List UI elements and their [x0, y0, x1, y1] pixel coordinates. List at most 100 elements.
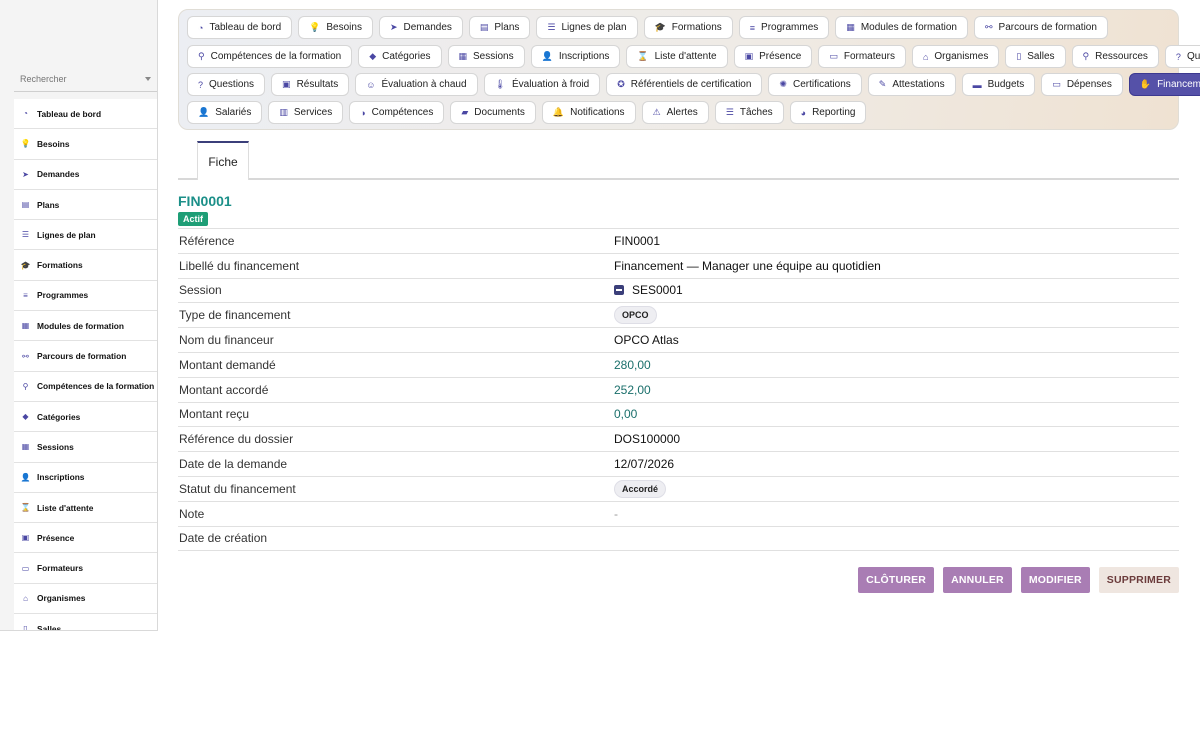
nav-pill[interactable]: 👤 Inscriptions — [530, 45, 621, 68]
nav-pill[interactable]: ◆ Catégories — [358, 45, 442, 68]
sidebar-item[interactable]: ◔ Tableau de bord — [14, 99, 157, 130]
nav-pill[interactable]: ▤ Plans — [468, 16, 531, 39]
nav-pill[interactable]: ? Quiz — [1164, 45, 1200, 68]
nav-pill[interactable]: 🎓 Formations — [643, 16, 733, 39]
nav-pill[interactable]: ☰ Lignes de plan — [536, 16, 638, 39]
award-icon: ✪ — [617, 79, 625, 89]
nav-pill[interactable]: ▭ Dépenses — [1041, 73, 1123, 96]
field-value[interactable]: SES0001 — [614, 283, 683, 297]
nav-pill[interactable]: 🌡 Évaluation à froid — [483, 73, 601, 96]
nav-pill[interactable]: ⚠ Alertes — [641, 101, 709, 124]
nav-pill-label: Services — [293, 107, 333, 118]
nav-pill-label: Salariés — [215, 107, 252, 118]
nav-pill[interactable]: 🔔 Notifications — [541, 101, 636, 124]
nav-pill[interactable]: 👤 Salariés — [187, 101, 263, 124]
nav-pill-label: Budgets — [987, 79, 1025, 90]
warning-icon: ⚠ — [652, 107, 661, 117]
cloturer-button[interactable]: CLÔTURER — [858, 567, 935, 593]
nav-pill[interactable]: ✎ Attestations — [867, 73, 956, 96]
sidebar-item[interactable]: ⌛ Liste d'attente — [14, 492, 157, 524]
sidebar-item-label: Compétences de la formation — [37, 381, 155, 392]
hourglass-icon: ⌛ — [20, 503, 31, 512]
sidebar-item[interactable]: ▣ Présence — [14, 523, 157, 554]
sidebar-search[interactable] — [14, 68, 157, 92]
field-label: Date de création — [179, 531, 268, 546]
nav-pill-label: Référentiels de certification — [630, 79, 752, 90]
list-icon: ☰ — [21, 230, 30, 240]
nav-pill[interactable]: ? Questions — [187, 73, 266, 96]
annuler-button[interactable]: ANNULER — [943, 567, 1012, 593]
session-link[interactable]: SES0001 — [632, 283, 683, 297]
nav-pill-label: Attestations — [892, 79, 945, 90]
nav-pill[interactable]: ≡ Programmes — [738, 16, 830, 39]
sidebar-item-label: Parcours de formation — [37, 351, 127, 362]
nav-pill[interactable]: ◕ Reporting — [789, 101, 867, 124]
nav-pill[interactable]: ⌂ Organismes — [911, 45, 1000, 68]
chevron-down-icon[interactable] — [145, 77, 151, 81]
nav-pill[interactable]: ✪ Référentiels de certification — [606, 73, 763, 96]
sidebar-item[interactable]: 💡 Besoins — [14, 129, 157, 160]
modifier-button[interactable]: MODIFIER — [1020, 567, 1090, 593]
tab-fiche[interactable]: Fiche — [197, 141, 249, 180]
nav-pill[interactable]: ▬ Budgets — [961, 73, 1036, 96]
sidebar-item[interactable]: ⚯ Parcours de formation — [14, 341, 157, 372]
nav-pill[interactable]: ▰ Documents — [450, 101, 536, 124]
sidebar-item[interactable]: ≡ Programmes — [14, 280, 157, 312]
sidebar-item[interactable]: ➤ Demandes — [14, 159, 157, 190]
sidebar-item[interactable]: 🎓 Formations — [14, 250, 157, 281]
value-chip: Accordé — [614, 479, 667, 498]
nav-pill-label: Sessions — [473, 51, 514, 62]
nav-pill[interactable]: ▯ Salles — [1005, 45, 1066, 68]
nav-pill[interactable]: ☰ Tâches — [714, 101, 784, 124]
field-label: Session — [179, 283, 222, 298]
bulb-icon: 💡 — [309, 22, 321, 32]
sidebar-item-label: Formateurs — [37, 563, 84, 574]
nav-pill[interactable]: ⚯ Parcours de formation — [973, 16, 1108, 39]
sitemap-icon: ⚲ — [22, 381, 29, 391]
nav-row: ? Questions ▣ Résultats ☺ Évaluation à chaud 🌡… — [187, 73, 1200, 96]
sidebar-item[interactable]: ▯ Salles — [14, 614, 157, 630]
cubes-icon: ▦ — [846, 22, 855, 32]
field-label: Type de financement — [179, 308, 291, 323]
sidebar-item-label: Besoins — [37, 138, 70, 149]
search-input[interactable] — [14, 68, 134, 84]
sidebar-item[interactable]: ▦ Sessions — [14, 432, 157, 463]
sidebar-item[interactable]: ◆ Catégories — [14, 401, 157, 433]
sidebar-item[interactable]: ⚲ Compétences de la formation — [14, 371, 157, 402]
paper-plane-icon: ➤ — [389, 22, 398, 32]
nav-pill[interactable]: ➤ Demandes — [378, 16, 463, 39]
field-value: DOS100000 — [614, 432, 680, 446]
nav-pill[interactable]: ▣ Présence — [733, 45, 813, 68]
nav-pill[interactable]: ▥ Services — [268, 101, 344, 124]
nav-pill[interactable]: ⚲ Ressources — [1071, 45, 1159, 68]
sidebar-item[interactable]: ▦ Modules de formation — [14, 311, 157, 342]
nav-pill[interactable]: ▣ Résultats — [271, 73, 350, 96]
nav-pill[interactable]: ⌛ Liste d'attente — [626, 45, 728, 68]
nav-pill[interactable]: 💡 Besoins — [298, 16, 373, 39]
sidebar-item[interactable]: ▤ Plans — [14, 189, 157, 221]
sidebar-item-label: Demandes — [37, 169, 80, 180]
nav-pill[interactable]: ⚲ Compétences de la formation — [187, 45, 353, 68]
certificate-icon: ✺ — [779, 79, 787, 89]
nav-pill[interactable]: ✋ Financements — [1128, 73, 1200, 96]
sidebar-item[interactable]: 👤 Inscriptions — [14, 462, 157, 493]
nav-pill[interactable]: ☺ Évaluation à chaud — [355, 73, 478, 96]
folder-open-icon: ▰ — [461, 107, 469, 117]
tags-icon: ◆ — [369, 51, 377, 61]
sidebar-item[interactable]: ▭ Formateurs — [14, 553, 157, 584]
nav-pill[interactable]: ◔ Tableau de bord — [187, 16, 293, 39]
nav-pill[interactable]: ▦ Sessions — [447, 45, 525, 68]
supprimer-button[interactable]: SUPPRIMER — [1098, 567, 1179, 593]
cubes-icon: ▦ — [21, 321, 30, 331]
nav-pill[interactable]: ▦ Modules de formation — [835, 16, 968, 39]
field-label: Montant accordé — [179, 382, 269, 397]
field-value: 0,00 — [614, 407, 637, 421]
nav-pill[interactable]: ✺ Certifications — [768, 73, 862, 96]
sidebar-item[interactable]: ☰ Lignes de plan — [14, 220, 157, 251]
nav-pill[interactable]: ◑ Compétences — [349, 101, 445, 124]
field-row: Statut du financement Accordé — [178, 477, 1179, 502]
field-value: 252,00 — [614, 383, 651, 397]
field-label: Référence — [179, 233, 235, 248]
nav-pill[interactable]: ▭ Formateurs — [818, 45, 906, 68]
sidebar-item[interactable]: ⌂ Organismes — [14, 583, 157, 615]
